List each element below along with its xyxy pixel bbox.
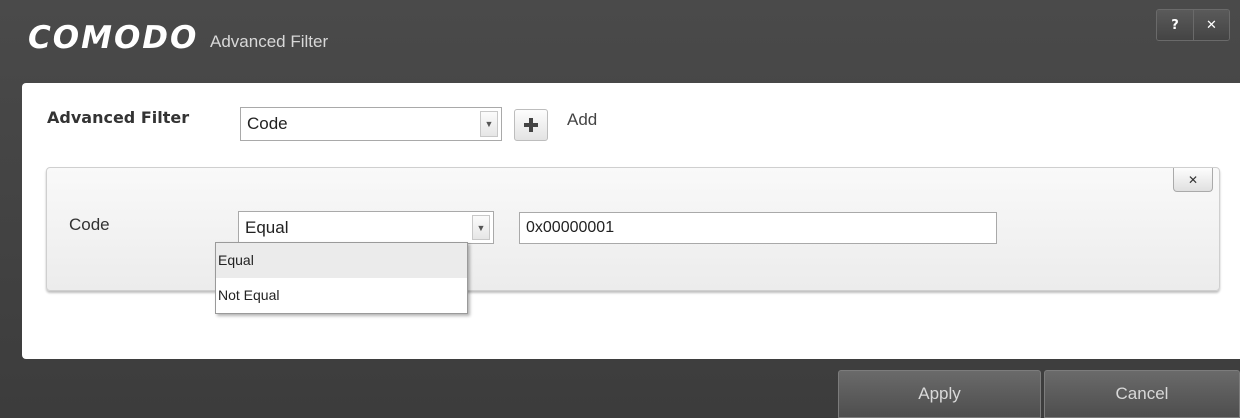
operator-value: Equal (245, 217, 289, 237)
remove-condition-button[interactable]: ✕ (1173, 168, 1213, 192)
close-window-button[interactable]: ✕ (1193, 10, 1229, 40)
filter-field-select[interactable]: Code ▼ (240, 107, 502, 141)
chevron-down-icon[interactable]: ▼ (472, 215, 490, 240)
cancel-button[interactable]: Cancel (1044, 370, 1240, 418)
comodo-logo: COMODO (28, 20, 199, 56)
add-filter-button[interactable] (514, 109, 548, 141)
plus-icon (524, 118, 538, 132)
window-title: Advanced Filter (210, 32, 329, 51)
title-bar-buttons: ? ✕ (1156, 9, 1230, 41)
filter-content-area: Advanced Filter Code ▼ Add ✕ Code Equal … (22, 83, 1240, 359)
operator-dropdown-list: Equal Not Equal (215, 242, 468, 314)
help-button[interactable]: ? (1157, 10, 1193, 40)
filter-field-value: Code (247, 114, 288, 133)
condition-value-input[interactable]: 0x00000001 (519, 212, 997, 244)
apply-button[interactable]: Apply (838, 370, 1041, 418)
advanced-filter-window: COMODO Advanced Filter ? ✕ Advanced Filt… (0, 0, 1240, 418)
advanced-filter-label: Advanced Filter (47, 108, 190, 127)
add-filter-label[interactable]: Add (567, 110, 597, 130)
operator-select[interactable]: Equal ▼ (238, 211, 494, 244)
title-bar: COMODO Advanced Filter ? ✕ (0, 0, 1240, 68)
chevron-down-icon[interactable]: ▼ (480, 111, 498, 137)
condition-field-label: Code (69, 215, 110, 234)
operator-option-equal[interactable]: Equal (216, 243, 467, 278)
operator-option-not-equal[interactable]: Not Equal (216, 278, 467, 313)
